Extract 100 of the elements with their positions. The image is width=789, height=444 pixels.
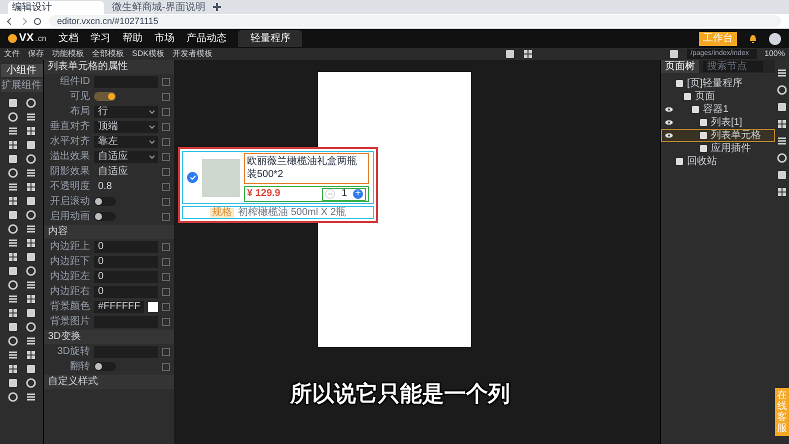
grid-icon[interactable] [26,126,36,136]
circle-icon[interactable] [777,153,787,163]
circle-icon[interactable] [8,224,18,234]
list-icon[interactable] [26,112,36,122]
layer-row[interactable]: 容器1 [661,103,775,116]
widget-tab[interactable]: 小组件 [0,64,42,77]
list-icon[interactable] [8,126,18,136]
square-icon[interactable] [8,322,18,332]
select-field[interactable]: 顶端 [94,120,158,132]
layer-row[interactable]: [页]轻量程序 [661,77,775,90]
toolbar-button[interactable]: 文件 [4,50,20,58]
grid-icon[interactable] [8,364,18,374]
toolbar-button[interactable]: 全部模板 [92,50,124,58]
circle-icon[interactable] [8,168,18,178]
grid-icon[interactable] [8,252,18,262]
square-icon[interactable] [8,98,18,108]
color-swatch[interactable] [148,302,158,312]
circle-icon[interactable] [8,392,18,402]
square-icon[interactable] [26,308,36,318]
url-field[interactable]: editor.vxcn.cn/#10271115 [49,15,781,27]
color-field[interactable]: #FFFFFF [94,300,144,312]
circle-icon[interactable] [777,85,787,95]
layer-row[interactable]: 应用插件 [661,142,775,155]
grid-icon[interactable] [8,308,18,318]
circle-icon[interactable] [26,266,36,276]
list-icon[interactable] [777,136,787,146]
grid-icon[interactable] [26,182,36,192]
input-field[interactable]: 0 [94,256,158,268]
grid-icon[interactable] [26,294,36,304]
list-icon[interactable] [26,280,36,290]
square-icon[interactable] [26,364,36,374]
list-icon[interactable] [8,350,18,360]
grid-icon[interactable] [522,49,533,59]
square-icon[interactable] [8,154,18,164]
nav-tab[interactable]: 轻量程序 [238,30,302,47]
layer-row[interactable]: 页面 [661,90,775,103]
select-field[interactable]: 靠左 [94,136,158,148]
square-icon[interactable] [26,196,36,206]
layer-row[interactable]: 列表单元格 [661,129,775,142]
input-field[interactable]: 0 [94,286,158,298]
square-icon[interactable] [26,140,36,150]
eye-icon[interactable] [665,120,673,125]
toggle-switch[interactable] [94,197,116,206]
grid-icon[interactable] [8,196,18,206]
toolbar-button[interactable]: 功能模板 [52,50,84,58]
list-icon[interactable] [777,68,787,78]
circle-icon[interactable] [26,322,36,332]
nav-link[interactable]: 市场 [154,34,174,44]
nav-link[interactable]: 文档 [58,34,78,44]
browser-tab[interactable]: 微生鲜商城-界面说明 [108,1,210,14]
section-title[interactable]: 内容 [48,227,68,237]
toggle-switch[interactable] [94,212,116,221]
toggle-switch[interactable] [94,92,116,101]
select-field[interactable]: 自适应 [94,150,158,162]
input-field[interactable]: 0 [94,270,158,282]
panel-tab[interactable]: 页面树 [661,60,699,73]
circle-icon[interactable] [26,378,36,388]
nav-link[interactable]: 产品动态 [186,34,226,44]
circle-icon[interactable] [26,210,36,220]
reload-icon[interactable] [34,18,41,24]
toolbar-button[interactable]: SDK模板 [132,50,164,58]
section-title[interactable]: 3D变换 [48,332,81,342]
toolbar-button[interactable]: 开发者模板 [172,50,212,58]
list-icon[interactable] [8,294,18,304]
select-field[interactable]: 行 [94,106,158,118]
list-icon[interactable] [26,336,36,346]
nav-link[interactable]: 帮助 [122,34,142,44]
browser-tab[interactable]: 编辑设计 [8,1,104,14]
circle-icon[interactable] [26,154,36,164]
square-icon[interactable] [8,266,18,276]
grid-icon[interactable] [26,238,36,248]
grid-icon[interactable] [777,119,787,129]
new-tab-icon[interactable] [213,3,222,11]
list-icon[interactable] [26,392,36,402]
avatar[interactable] [769,32,781,44]
circle-icon[interactable] [8,112,18,122]
square-icon[interactable] [777,102,787,112]
eye-icon[interactable] [665,133,673,138]
grid-icon[interactable] [8,140,18,150]
grid-icon[interactable] [26,350,36,360]
search-field[interactable]: 搜索节点 [703,61,763,72]
eye-icon[interactable] [665,107,673,112]
increase-button[interactable]: + [353,189,363,199]
checkbox[interactable] [187,172,198,183]
circle-icon[interactable] [26,98,36,108]
square-icon[interactable] [26,252,36,262]
toggle-switch[interactable] [94,362,116,371]
layer-row[interactable]: 列表[1] [661,116,775,129]
bell-icon[interactable] [749,34,757,43]
toolbar-button[interactable]: 保存 [28,50,44,58]
circle-icon[interactable] [8,280,18,290]
square-icon[interactable] [8,210,18,220]
circle-icon[interactable] [8,336,18,346]
square-icon[interactable] [8,378,18,388]
grid-icon[interactable] [777,187,787,197]
widget-tab[interactable]: 扩展组件 [0,79,42,92]
square-icon[interactable] [777,170,787,180]
input-field[interactable]: 0 [94,240,158,252]
layer-row[interactable]: 回收站 [661,155,775,168]
nav-link[interactable]: 学习 [90,34,110,44]
